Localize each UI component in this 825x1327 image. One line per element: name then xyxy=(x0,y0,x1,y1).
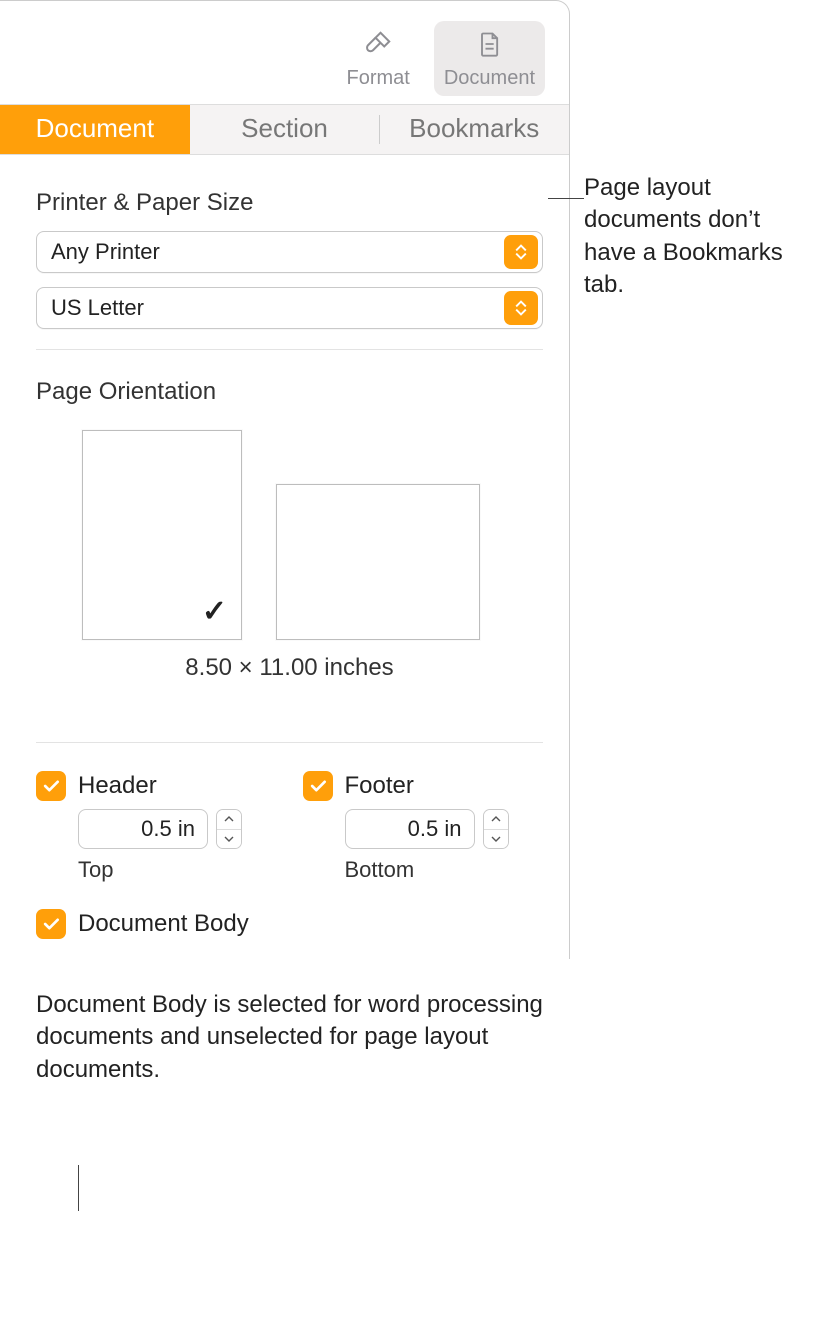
document-inspector-panel: Format Document Document Section Bookmar… xyxy=(0,0,570,959)
header-margin-stepper[interactable] xyxy=(216,809,242,849)
chevron-up-icon xyxy=(217,810,241,829)
chevron-down-icon xyxy=(484,829,508,849)
document-toolbar-button[interactable]: Document xyxy=(434,21,545,96)
document-body-label: Document Body xyxy=(78,910,249,938)
printer-popup[interactable]: Any Printer xyxy=(36,231,543,273)
format-label: Format xyxy=(347,67,410,90)
updown-arrows-icon xyxy=(504,235,538,269)
chevron-up-icon xyxy=(484,810,508,829)
page-dimensions: 8.50 × 11.00 inches xyxy=(36,654,543,682)
brush-icon xyxy=(361,27,395,61)
divider xyxy=(36,742,543,743)
orientation-landscape-button[interactable] xyxy=(276,484,480,640)
orientation-heading: Page Orientation xyxy=(36,378,543,406)
tab-section[interactable]: Section xyxy=(190,105,380,154)
divider xyxy=(36,349,543,350)
callout-bookmarks: Page layout documents don’t have a Bookm… xyxy=(584,172,814,302)
header-margin-input[interactable]: 0.5 in xyxy=(78,809,208,849)
callout-leader xyxy=(548,198,584,199)
header-footer-row: Header 0.5 in Top xyxy=(36,771,543,883)
inspector-toolbar: Format Document xyxy=(0,1,569,104)
document-icon xyxy=(472,27,506,61)
footer-margin-value: 0.5 in xyxy=(408,816,462,841)
printer-value: Any Printer xyxy=(51,239,160,265)
tab-bookmarks[interactable]: Bookmarks xyxy=(379,105,569,154)
header-label: Header xyxy=(78,772,157,800)
document-body-checkbox[interactable] xyxy=(36,909,66,939)
document-label: Document xyxy=(444,67,535,90)
callout-document-body: Document Body is selected for word proce… xyxy=(36,989,596,1086)
checkmark-icon: ✓ xyxy=(202,594,227,629)
printer-paper-heading: Printer & Paper Size xyxy=(36,189,543,217)
footer-label: Footer xyxy=(345,772,414,800)
chevron-down-icon xyxy=(217,829,241,849)
format-toolbar-button[interactable]: Format xyxy=(337,21,420,96)
inspector-tabs: Document Section Bookmarks xyxy=(0,104,569,155)
footer-margin-input[interactable]: 0.5 in xyxy=(345,809,475,849)
footer-checkbox[interactable] xyxy=(303,771,333,801)
header-checkbox[interactable] xyxy=(36,771,66,801)
paper-value: US Letter xyxy=(51,295,144,321)
header-margin-value: 0.5 in xyxy=(141,816,195,841)
top-label: Top xyxy=(78,857,277,883)
updown-arrows-icon xyxy=(504,291,538,325)
inspector-content: Printer & Paper Size Any Printer US Lett… xyxy=(0,155,569,959)
footer-margin-stepper[interactable] xyxy=(483,809,509,849)
orientation-portrait-button[interactable]: ✓ xyxy=(82,430,242,640)
orientation-choices: ✓ xyxy=(82,430,543,640)
bottom-label: Bottom xyxy=(345,857,544,883)
tab-document[interactable]: Document xyxy=(0,105,190,154)
callout-leader xyxy=(78,1165,79,1211)
paper-size-popup[interactable]: US Letter xyxy=(36,287,543,329)
